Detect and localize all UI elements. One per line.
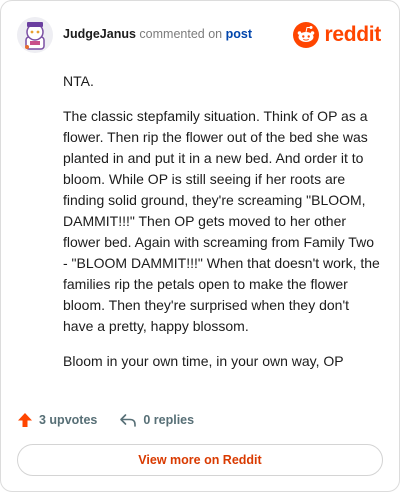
reddit-logo[interactable]: reddit (293, 21, 381, 49)
comment-header: JudgeJanus commented on post reddit (17, 15, 383, 55)
view-more-label: View more on Reddit (138, 453, 262, 467)
reddit-snoo-icon (293, 22, 320, 48)
logo-wordmark: reddit (324, 23, 381, 46)
comment-paragraph: Bloom in your own time, in your own way,… (63, 353, 344, 369)
comment-actions: 3 upvotes 0 replies (17, 409, 216, 431)
upvote-arrow-icon (18, 413, 32, 427)
view-more-button[interactable]: View more on Reddit (17, 444, 383, 476)
author-name[interactable]: JudgeJanus (63, 27, 136, 41)
byline-verb: commented on (139, 27, 223, 41)
comment-body: NTA. The classic stepfamily situation. T… (63, 71, 381, 386)
snoo-avatar-icon[interactable] (17, 17, 53, 53)
comment-card: JudgeJanus commented on post reddit NTA.… (0, 0, 400, 492)
upvote-count: 3 upvotes (39, 413, 98, 427)
upvote-button[interactable]: 3 upvotes (17, 412, 97, 428)
comment-paragraph: The classic stepfamily situation. Think … (63, 108, 380, 334)
byline: JudgeJanus commented on post (63, 27, 252, 41)
reply-arrow-icon (120, 414, 137, 427)
post-link[interactable]: post (226, 27, 252, 41)
reply-button[interactable]: 0 replies (119, 412, 194, 428)
comment-paragraph: NTA. (63, 73, 94, 89)
reply-count: 0 replies (143, 413, 195, 427)
